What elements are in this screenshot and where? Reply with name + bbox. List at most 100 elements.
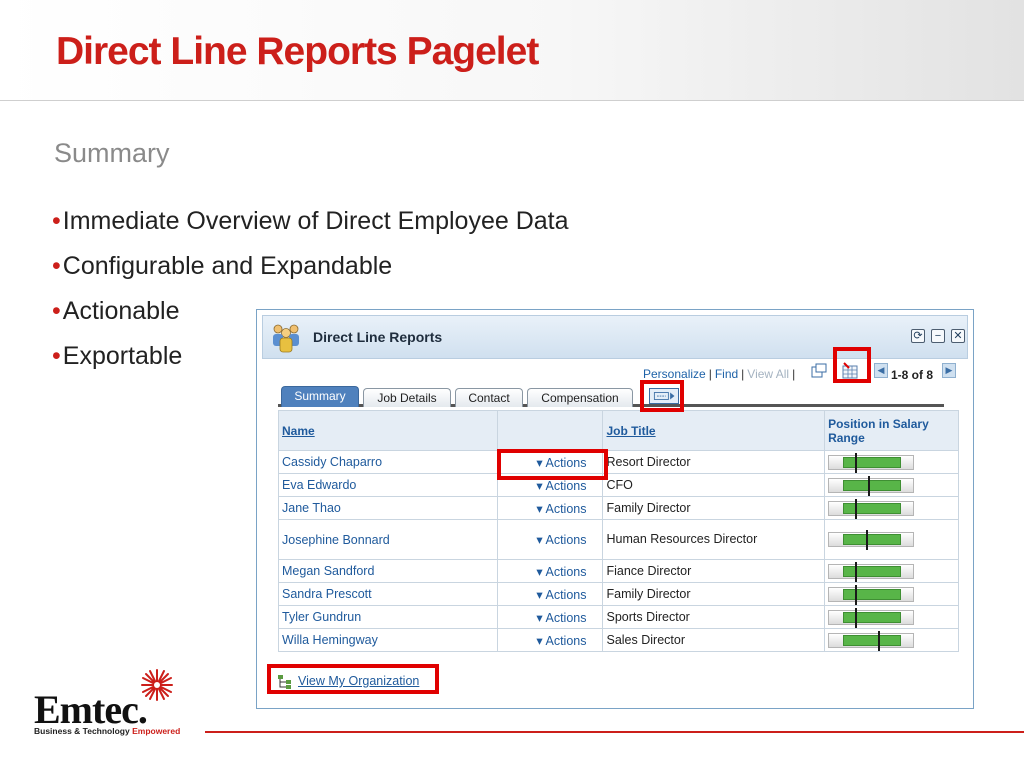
- people-icon: [273, 324, 299, 353]
- actions-menu[interactable]: ▾ Actions: [496, 559, 604, 583]
- table-header-row: Name Job Title Position in Salary Range: [278, 410, 959, 451]
- job-title-cell: CFO: [602, 473, 826, 497]
- minimize-icon[interactable]: −: [931, 329, 945, 343]
- job-title-cell: Sports Director: [602, 605, 826, 629]
- dropdown-arrow-icon: ▾: [536, 633, 543, 648]
- actions-menu[interactable]: ▾ Actions: [496, 473, 604, 497]
- table-row: Willa Hemingway ▾ Actions Sales Director: [278, 628, 959, 652]
- actions-menu[interactable]: ▾ Actions: [496, 605, 604, 629]
- table-row: Megan Sandford ▾ Actions Fiance Director: [278, 559, 959, 583]
- salary-range-bar: [828, 530, 915, 550]
- employee-name-link[interactable]: Eva Edwardo: [278, 473, 498, 497]
- job-title-cell: Family Director: [602, 496, 826, 520]
- salary-range-cell: [824, 605, 959, 629]
- salary-range-cell: [824, 473, 959, 497]
- salary-range-bar: [828, 607, 915, 628]
- table-row: Tyler Gundrun ▾ Actions Sports Director: [278, 605, 959, 629]
- salary-range-bar: [828, 475, 915, 496]
- salary-range-bar: [828, 584, 915, 605]
- close-icon[interactable]: ✕: [951, 329, 965, 343]
- salary-range-cell: [824, 519, 959, 560]
- salary-range-cell: [824, 450, 959, 474]
- tab-job-details[interactable]: Job Details: [363, 388, 451, 407]
- job-title-cell: Human Resources Director: [602, 519, 826, 560]
- next-page-icon[interactable]: ▶: [942, 363, 956, 378]
- slide-subtitle: Summary: [54, 138, 170, 168]
- personalize-link[interactable]: Personalize: [643, 367, 706, 381]
- dropdown-arrow-icon: ▾: [536, 564, 543, 579]
- column-header-position: Position in Salary Range: [824, 410, 959, 451]
- salary-position-marker: [855, 561, 858, 582]
- salary-range-cell: [824, 559, 959, 583]
- salary-position-marker: [868, 475, 871, 496]
- employee-name-link[interactable]: Tyler Gundrun: [278, 605, 498, 629]
- dropdown-arrow-icon: ▾: [536, 501, 543, 516]
- salary-range-cell: [824, 628, 959, 652]
- previous-page-icon[interactable]: ◀: [874, 363, 888, 378]
- job-title-cell: Sales Director: [602, 628, 826, 652]
- logo-tagline: Business & Technology Empowered: [34, 726, 181, 736]
- actions-menu[interactable]: ▾ Actions: [496, 628, 604, 652]
- direct-reports-table: Name Job Title Position in Salary Range …: [278, 410, 959, 652]
- dropdown-arrow-icon: ▾: [536, 455, 543, 470]
- show-all-columns-icon[interactable]: [649, 388, 679, 404]
- table-row: Cassidy Chaparro ▾ Actions Resort Director: [278, 450, 959, 474]
- find-link[interactable]: Find: [715, 367, 738, 381]
- new-window-icon[interactable]: [810, 362, 828, 380]
- job-title-cell: Family Director: [602, 582, 826, 606]
- dropdown-arrow-icon: ▾: [536, 610, 543, 625]
- salary-range-bar: [828, 452, 915, 473]
- table-row: Eva Edwardo ▾ Actions CFO: [278, 473, 959, 497]
- employee-name-link[interactable]: Megan Sandford: [278, 559, 498, 583]
- employee-name-link[interactable]: Sandra Prescott: [278, 582, 498, 606]
- tab-contact[interactable]: Contact: [455, 388, 523, 407]
- org-chart-icon: [278, 675, 291, 689]
- employee-name-link[interactable]: Cassidy Chaparro: [278, 450, 498, 474]
- employee-name-link[interactable]: Willa Hemingway: [278, 628, 498, 652]
- pagelet-title: Direct Line Reports: [313, 329, 443, 345]
- salary-position-marker: [878, 630, 881, 651]
- slide-title: Direct Line Reports Pagelet: [56, 30, 539, 73]
- actions-menu[interactable]: ▾ Actions: [496, 519, 604, 560]
- bullet-item: •Immediate Overview of Direct Employee D…: [52, 207, 569, 235]
- employee-name-link[interactable]: Josephine Bonnard: [278, 519, 498, 560]
- salary-position-marker: [866, 530, 869, 550]
- column-header-job-title[interactable]: Job Title: [602, 410, 826, 451]
- table-row: Sandra Prescott ▾ Actions Family Director: [278, 582, 959, 606]
- dropdown-arrow-icon: ▾: [536, 587, 543, 602]
- view-all-link: View All: [747, 367, 790, 381]
- column-header-name[interactable]: Name: [278, 410, 498, 451]
- salary-position-marker: [855, 452, 858, 473]
- download-to-excel-icon[interactable]: [841, 362, 859, 380]
- salary-range-cell: [824, 496, 959, 520]
- bullet-item: •Configurable and Expandable: [52, 252, 393, 280]
- salary-position-marker: [855, 498, 858, 519]
- actions-menu[interactable]: ▾ Actions: [496, 496, 604, 520]
- view-my-organization-link[interactable]: View My Organization: [298, 674, 419, 688]
- starburst-icon: [141, 669, 173, 701]
- pagelet-header: Direct Line Reports ⟳ − ✕: [262, 315, 968, 359]
- salary-position-marker: [855, 607, 858, 628]
- job-title-cell: Fiance Director: [602, 559, 826, 583]
- refresh-icon[interactable]: ⟳: [911, 329, 925, 343]
- actions-menu[interactable]: ▾ Actions: [496, 582, 604, 606]
- bullet-dot: •: [52, 207, 61, 235]
- salary-range-bar: [828, 498, 915, 519]
- paging-status: 1-8 of 8: [891, 368, 934, 382]
- column-header-actions: [496, 410, 604, 451]
- actions-menu[interactable]: ▾ Actions: [496, 450, 604, 474]
- salary-range-bar: [828, 630, 915, 651]
- direct-line-reports-pagelet: Direct Line Reports ⟳ − ✕ Personalize | Fi…: [256, 309, 974, 709]
- dropdown-arrow-icon: ▾: [536, 478, 543, 493]
- tab-summary[interactable]: Summary: [281, 386, 359, 407]
- job-title-cell: Resort Director: [602, 450, 826, 474]
- employee-name-link[interactable]: Jane Thao: [278, 496, 498, 520]
- salary-range-cell: [824, 582, 959, 606]
- bullet-dot: •: [52, 252, 61, 280]
- table-row: Josephine Bonnard ▾ Actions Human Resource…: [278, 519, 959, 560]
- table-row: Jane Thao ▾ Actions Family Director: [278, 496, 959, 520]
- salary-position-marker: [855, 584, 858, 605]
- dropdown-arrow-icon: ▾: [536, 533, 543, 547]
- footer-rule: [205, 731, 1024, 733]
- tab-compensation[interactable]: Compensation: [527, 388, 633, 407]
